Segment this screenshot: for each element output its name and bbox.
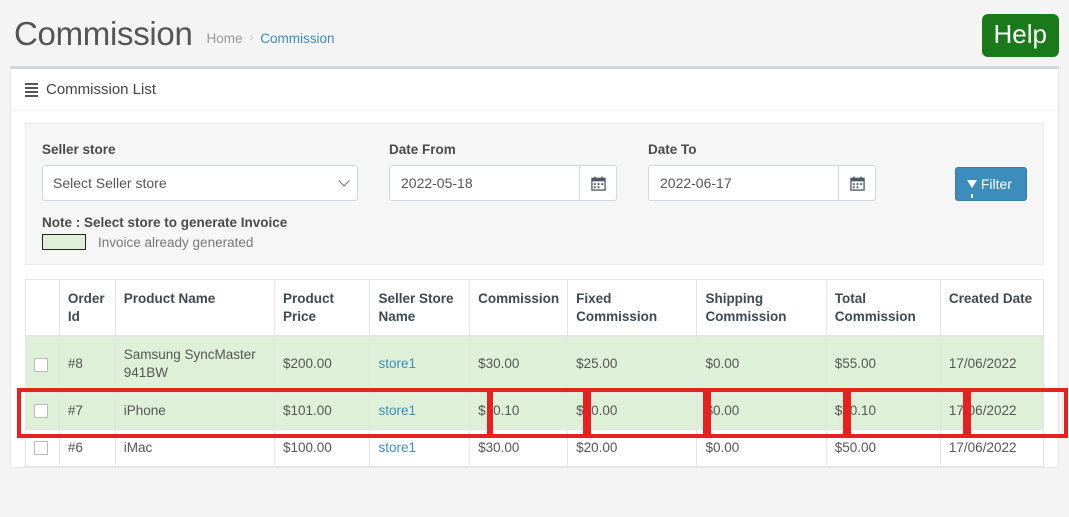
store-link[interactable]: store1 <box>378 440 416 455</box>
row-checkbox[interactable] <box>34 441 48 456</box>
column-header-order-id: Order Id <box>58 279 116 338</box>
breadcrumb-separator-icon: › <box>249 32 254 44</box>
page-title: Commission <box>14 14 193 52</box>
table-row[interactable]: #6 iMac $100.00 store1 $30.00 $20.00 $0.… <box>25 428 1045 467</box>
chevron-down-icon <box>338 175 350 187</box>
column-header-product-name: Product Name <box>114 279 275 338</box>
date-to-input[interactable] <box>648 165 838 201</box>
cell-fixed-commission: $25.00 <box>567 335 698 393</box>
cell-fixed-commission: $10.00 <box>567 391 698 430</box>
cell-order-id: #8 <box>58 335 116 393</box>
funnel-icon <box>966 180 977 198</box>
date-from-input-group <box>389 165 617 201</box>
calendar-icon <box>590 176 606 191</box>
seller-store-field-group: Seller store Select Seller store <box>42 142 358 201</box>
cell-total-commission: $50.00 <box>825 428 941 467</box>
column-header-commission: Commission <box>469 279 569 338</box>
cell-product-name: Samsung SyncMaster 941BW <box>114 335 275 393</box>
cell-shipping-commission: $0.00 <box>696 428 827 467</box>
cell-seller-store-name[interactable]: store1 <box>369 335 471 393</box>
box-title: Commission List <box>25 81 156 98</box>
cell-seller-store-name[interactable]: store1 <box>369 428 471 467</box>
date-from-label: Date From <box>389 142 456 157</box>
breadcrumb: Home › Commission <box>207 21 335 46</box>
column-header-total-commission: Total Commission <box>825 279 941 338</box>
note-section: Note : Select store to generate Invoice … <box>42 215 1027 250</box>
date-from-input[interactable] <box>389 165 579 201</box>
row-select-cell[interactable] <box>25 335 60 393</box>
note-legend: Invoice already generated <box>42 234 1027 250</box>
note-title: Note : Select store to generate Invoice <box>42 215 288 230</box>
cell-fixed-commission: $20.00 <box>567 428 698 467</box>
cell-commission: $30.00 <box>469 335 569 393</box>
store-link[interactable]: store1 <box>378 403 416 418</box>
page-header: Commission Home › Commission Help <box>0 0 1069 66</box>
cell-total-commission: $20.10 <box>825 391 941 430</box>
row-select-cell[interactable] <box>25 428 60 467</box>
cell-product-price: $200.00 <box>273 335 371 393</box>
cell-shipping-commission: $0.00 <box>696 391 827 430</box>
row-checkbox[interactable] <box>34 357 48 372</box>
legend-swatch <box>42 234 86 250</box>
cell-shipping-commission: $0.00 <box>696 335 827 393</box>
table-body: #8 Samsung SyncMaster 941BW $200.00 stor… <box>25 335 1045 467</box>
date-to-calendar-button[interactable] <box>838 165 876 201</box>
cell-commission: $10.10 <box>469 391 569 430</box>
commission-table-wrapper: Order Id Product Name Product Price Sell… <box>25 279 1045 467</box>
table-row[interactable]: #8 Samsung SyncMaster 941BW $200.00 stor… <box>25 335 1045 393</box>
breadcrumb-home[interactable]: Home <box>207 31 243 46</box>
cell-commission: $30.00 <box>469 428 569 467</box>
cell-created-date: 17/06/2022 <box>939 391 1045 430</box>
date-to-field-group: Date To <box>648 142 876 201</box>
store-link[interactable]: store1 <box>378 356 416 371</box>
filter-panel: Seller store Select Seller store Date Fr… <box>25 123 1044 265</box>
row-checkbox[interactable] <box>34 403 48 418</box>
seller-store-selected-value: Select Seller store <box>53 175 167 191</box>
column-header-shipping-commission: Shipping Commission <box>696 279 827 338</box>
filter-button-wrapper: Filter <box>954 142 1027 201</box>
list-icon <box>25 82 38 97</box>
cell-total-commission: $55.00 <box>825 335 941 393</box>
legend-label: Invoice already generated <box>98 234 254 250</box>
content-wrapper: Commission List Seller store Select Sell… <box>0 66 1069 468</box>
cell-created-date: 17/06/2022 <box>939 428 1045 467</box>
cell-product-price: $100.00 <box>273 428 371 467</box>
calendar-icon <box>849 176 865 191</box>
seller-store-select[interactable]: Select Seller store <box>42 165 358 201</box>
date-from-field-group: Date From <box>389 142 617 201</box>
table-header-row: Order Id Product Name Product Price Sell… <box>25 279 1045 338</box>
date-to-label: Date To <box>648 142 697 157</box>
filter-button-label: Filter <box>980 176 1012 192</box>
seller-store-label: Seller store <box>42 142 116 157</box>
commission-list-box: Commission List Seller store Select Sell… <box>10 66 1059 468</box>
cell-order-id: #7 <box>58 391 116 430</box>
cell-product-name: iMac <box>114 428 275 467</box>
cell-created-date: 17/06/2022 <box>939 335 1045 393</box>
help-button[interactable]: Help <box>981 14 1059 57</box>
table-head: Order Id Product Name Product Price Sell… <box>25 279 1045 338</box>
box-header: Commission List <box>11 69 1058 111</box>
column-header-select <box>25 279 60 338</box>
column-header-seller-store-name: Seller Store Name <box>369 279 471 338</box>
row-select-cell[interactable] <box>25 391 60 430</box>
filter-button[interactable]: Filter <box>954 167 1027 201</box>
cell-seller-store-name[interactable]: store1 <box>369 391 471 430</box>
box-body: Seller store Select Seller store Date Fr… <box>11 111 1058 467</box>
column-header-created-date: Created Date <box>939 279 1045 338</box>
date-to-input-group <box>648 165 876 201</box>
box-title-label: Commission List <box>46 81 157 98</box>
table-row[interactable]: #7 iPhone $101.00 store1 $10.10 $10.00 $… <box>25 391 1045 430</box>
commission-table: Order Id Product Name Product Price Sell… <box>25 279 1045 467</box>
date-from-calendar-button[interactable] <box>579 165 617 201</box>
cell-product-name: iPhone <box>114 391 275 430</box>
cell-order-id: #6 <box>58 428 116 467</box>
column-header-product-price: Product Price <box>273 279 371 338</box>
breadcrumb-current[interactable]: Commission <box>260 31 334 46</box>
cell-product-price: $101.00 <box>273 391 371 430</box>
column-header-fixed-commission: Fixed Commission <box>567 279 698 338</box>
